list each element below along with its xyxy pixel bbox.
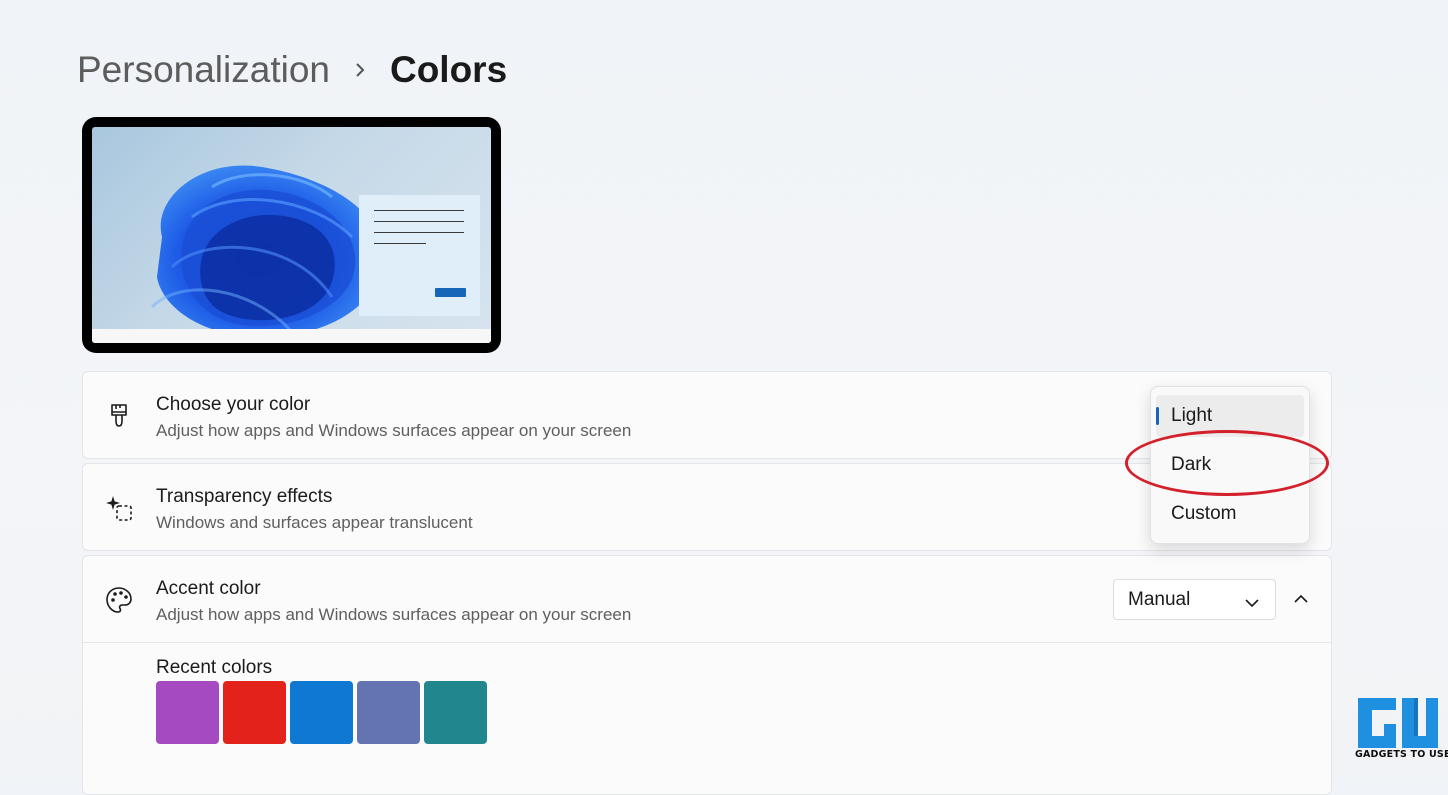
dropdown-option-custom[interactable]: Custom <box>1156 493 1304 535</box>
theme-preview <box>82 117 501 353</box>
chevron-up-icon <box>1294 590 1308 608</box>
setting-transparency-effects[interactable]: Transparency effects Windows and surface… <box>82 463 1332 551</box>
accent-color-dropdown-value: Manual <box>1128 589 1191 610</box>
recent-color-swatch[interactable] <box>156 681 219 744</box>
accent-color-dropdown[interactable]: Manual <box>1113 579 1276 620</box>
preview-desktop <box>92 127 491 343</box>
preview-taskbar <box>92 329 491 343</box>
transparency-sparkle-icon <box>105 494 133 522</box>
dropdown-option-label: Light <box>1171 405 1213 426</box>
accent-title: Accent color <box>156 578 261 599</box>
choose-color-subtitle: Adjust how apps and Windows surfaces app… <box>156 421 632 440</box>
chevron-right-icon <box>354 62 366 78</box>
page-title: Colors <box>389 49 508 90</box>
breadcrumb: Personalization Colors <box>77 46 507 94</box>
color-mode-dropdown-menu: Light Dark Custom <box>1150 386 1310 544</box>
recent-color-swatch[interactable] <box>223 681 286 744</box>
selected-indicator <box>1156 407 1159 425</box>
setting-choose-your-color[interactable]: Choose your color Adjust how apps and Wi… <box>82 371 1332 459</box>
paintbrush-icon <box>105 402 133 430</box>
recent-color-swatch[interactable] <box>357 681 420 744</box>
accent-divider <box>83 642 1331 643</box>
accent-subtitle: Adjust how apps and Windows surfaces app… <box>156 605 632 624</box>
chevron-down-icon <box>1245 595 1259 613</box>
breadcrumb-personalization[interactable]: Personalization <box>77 46 330 94</box>
preview-window <box>359 195 480 316</box>
preview-window-button <box>435 288 466 297</box>
recent-color-swatch[interactable] <box>290 681 353 744</box>
dropdown-option-dark[interactable]: Dark <box>1156 444 1304 486</box>
transparency-subtitle: Windows and surfaces appear translucent <box>156 513 473 532</box>
watermark-text: GADGETS TO USE <box>1355 749 1448 760</box>
transparency-title: Transparency effects <box>156 486 333 507</box>
choose-color-title: Choose your color <box>156 394 311 415</box>
recent-colors-label: Recent colors <box>156 657 273 678</box>
recent-color-swatch[interactable] <box>424 681 487 744</box>
dropdown-option-light[interactable]: Light <box>1156 395 1304 437</box>
dropdown-option-label: Dark <box>1171 454 1212 475</box>
palette-icon <box>105 586 133 614</box>
dropdown-option-label: Custom <box>1171 503 1237 524</box>
collapse-accent-button[interactable] <box>1288 586 1314 612</box>
recent-colors-list <box>156 681 487 744</box>
